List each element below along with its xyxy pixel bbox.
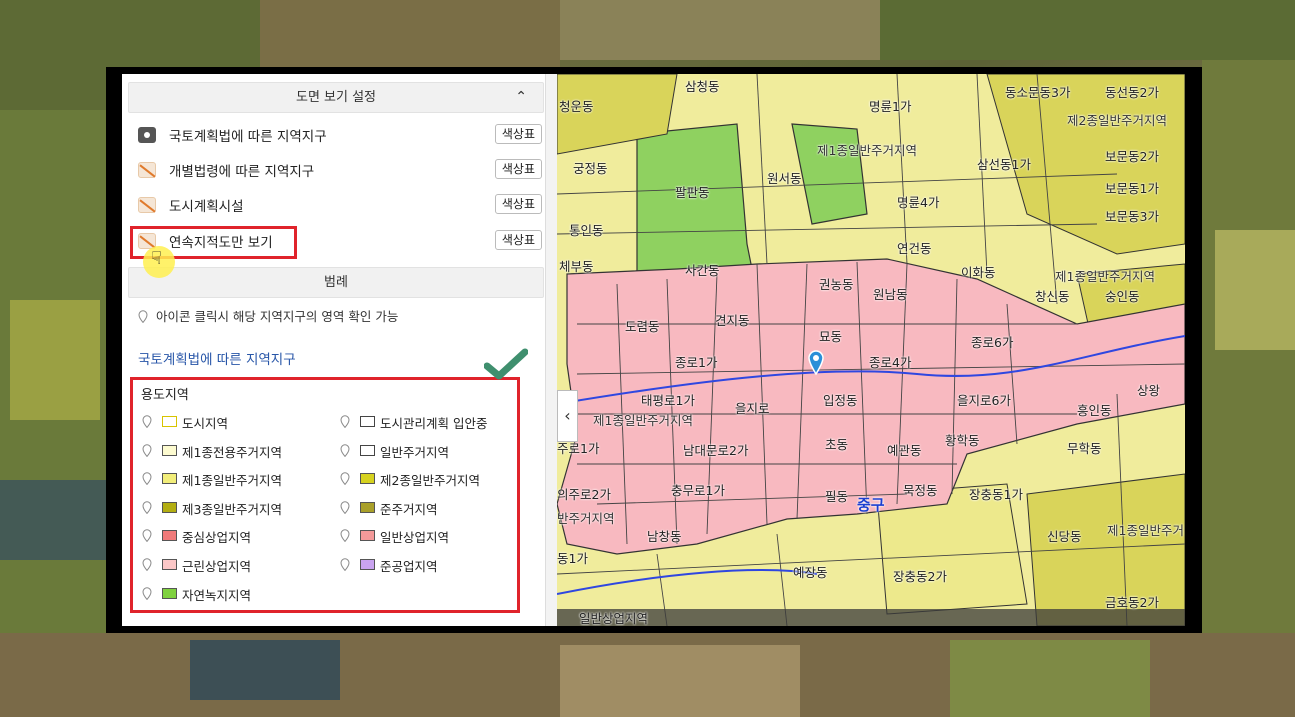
map-place-label: 권농동 — [819, 277, 854, 292]
map-place-label: 견지동 — [715, 313, 750, 328]
map-place-label: 삼선동1가 — [977, 157, 1031, 172]
map-place-label: 무학동 — [1067, 441, 1102, 456]
chevron-left-icon: ‹ — [564, 406, 571, 425]
map-place-label: 예관동 — [887, 443, 922, 458]
color-table-button[interactable]: 색상표 — [494, 230, 542, 250]
view-settings-title: 도면 보기 설정 — [295, 90, 377, 105]
map-place-label: 제2종일반주거지역 — [1067, 113, 1167, 128]
map-place-label: 반주거지역 — [557, 511, 615, 526]
map-place-label: 황학동 — [945, 433, 980, 448]
map-place-label: 제1종일반주거지역 — [817, 143, 917, 158]
map-place-label: 팔판동 — [675, 185, 710, 200]
map-place-label: 통인동 — [569, 223, 604, 238]
map-place-label: 명륜1가 — [869, 99, 912, 114]
map-place-label: 체부동 — [559, 259, 594, 274]
chevron-up-icon[interactable]: ⌃ — [515, 83, 527, 112]
map-place-label: 태평로1가 — [641, 393, 695, 408]
location-pin-icon[interactable] — [808, 350, 824, 380]
map-place-label: 청운동 — [559, 99, 594, 114]
map-place-label: 원서동 — [767, 171, 802, 186]
map-place-label: 사간동 — [685, 263, 720, 278]
map-place-label: 남창동 — [647, 529, 682, 544]
map-place-label: 창신동 — [1035, 289, 1070, 304]
eye-visible-icon[interactable] — [138, 127, 156, 143]
map-place-label: 을지로6가 — [957, 393, 1011, 408]
map-place-label: 묵정동 — [903, 483, 938, 498]
map-place-label: 종로4가 — [869, 355, 912, 370]
map-place-label: 신당동 — [1047, 529, 1082, 544]
map-place-label: 상왕 — [1137, 383, 1161, 398]
layer-label: 국토계획법에 따른 지역지구 — [169, 129, 327, 145]
collapse-panel-button[interactable]: ‹ — [557, 390, 578, 442]
legend-title: 범례 — [324, 275, 348, 290]
map-place-label: 보문동2가 — [1105, 149, 1159, 164]
map-place-label: 명륜4가 — [897, 195, 940, 210]
map-place-label: 연건동 — [897, 241, 932, 256]
layer-row-urban-facilities[interactable]: 도시계획시설 색상표 — [138, 192, 544, 218]
map-place-label: 필동 — [825, 489, 849, 504]
map-place-label: 보문동3가 — [1105, 209, 1159, 224]
map-place-label: 숭인동 — [1105, 289, 1140, 304]
layer-label: 도시계획시설 — [169, 199, 244, 215]
map-place-label: 을지로 — [735, 401, 770, 416]
map-place-label: 도렴동 — [625, 319, 660, 334]
map-place-label: 일반상업지역 — [579, 611, 649, 626]
map-place-label: 장충동1가 — [969, 487, 1023, 502]
color-table-button[interactable]: 색상표 — [494, 159, 542, 179]
zoning-map[interactable]: 삼청동 청운동 명륜1가 동소문동3가 동선동2가 제2종일반주거지역 제1종일반주거지역 삼… — [557, 74, 1185, 626]
color-table-button[interactable]: 색상표 — [494, 194, 542, 214]
map-place-label: 금호동2가 — [1105, 595, 1159, 610]
hand-cursor-icon: ☟ — [151, 248, 162, 269]
legend-header: 범례 — [128, 267, 544, 298]
view-settings-header[interactable]: 도면 보기 설정 ⌃ — [128, 82, 544, 113]
info-line: 아이콘 클릭시 해당 지역지구의 영역 확인 가능 — [138, 306, 398, 325]
map-place-label: 입정동 — [823, 393, 858, 408]
pin-icon — [138, 310, 148, 323]
map-place-label: 제1종일반주거지역 — [593, 413, 693, 428]
map-place-label: 묘동 — [819, 329, 843, 344]
map-place-label: 의주로2가 — [557, 487, 611, 502]
layer-row-individual-law-zones[interactable]: 개별법령에 따른 지역지구 색상표 — [138, 157, 544, 183]
color-table-button[interactable]: 색상표 — [494, 124, 542, 144]
layer-label: 개별법령에 따른 지역지구 — [169, 164, 315, 180]
map-place-label: 동1가 — [557, 551, 588, 566]
highlight-box-legend — [130, 377, 520, 613]
map-place-label: 동소문동3가 — [1005, 85, 1071, 100]
map-place-label: 종로6가 — [971, 335, 1014, 350]
eye-hidden-icon[interactable] — [138, 162, 156, 178]
map-place-label: 제1종일반주거지역 — [1055, 269, 1155, 284]
map-place-label: 원남동 — [873, 287, 908, 302]
eye-hidden-icon[interactable] — [138, 197, 156, 213]
map-place-label: 궁정동 — [573, 161, 608, 176]
map-place-label: 흥인동 — [1077, 403, 1112, 418]
district-label-junggu[interactable]: 중구 — [857, 494, 885, 515]
map-place-label: 제1종일반주거 — [1107, 523, 1184, 538]
map-place-label: 남대문로2가 — [683, 443, 749, 458]
map-place-label: 충무로1가 — [671, 483, 725, 498]
checkmark-icon — [483, 348, 529, 386]
layer-row-national-zones[interactable]: 국토계획법에 따른 지역지구 색상표 — [138, 122, 544, 148]
map-place-label: 보문동1가 — [1105, 181, 1159, 196]
map-place-label: 예장동 — [793, 565, 828, 580]
map-place-label: 장충동2가 — [893, 569, 947, 584]
info-text: 아이콘 클릭시 해당 지역지구의 영역 확인 가능 — [155, 309, 399, 324]
map-place-label: 삼청동 — [685, 79, 720, 94]
map-place-label: 종로1가 — [675, 355, 718, 370]
map-place-label: 초동 — [825, 437, 849, 452]
map-place-label: 이화동 — [961, 265, 996, 280]
map-place-label: 동선동2가 — [1105, 85, 1159, 100]
zone-law-title[interactable]: 국토계획법에 따른 지역지구 — [138, 348, 296, 368]
